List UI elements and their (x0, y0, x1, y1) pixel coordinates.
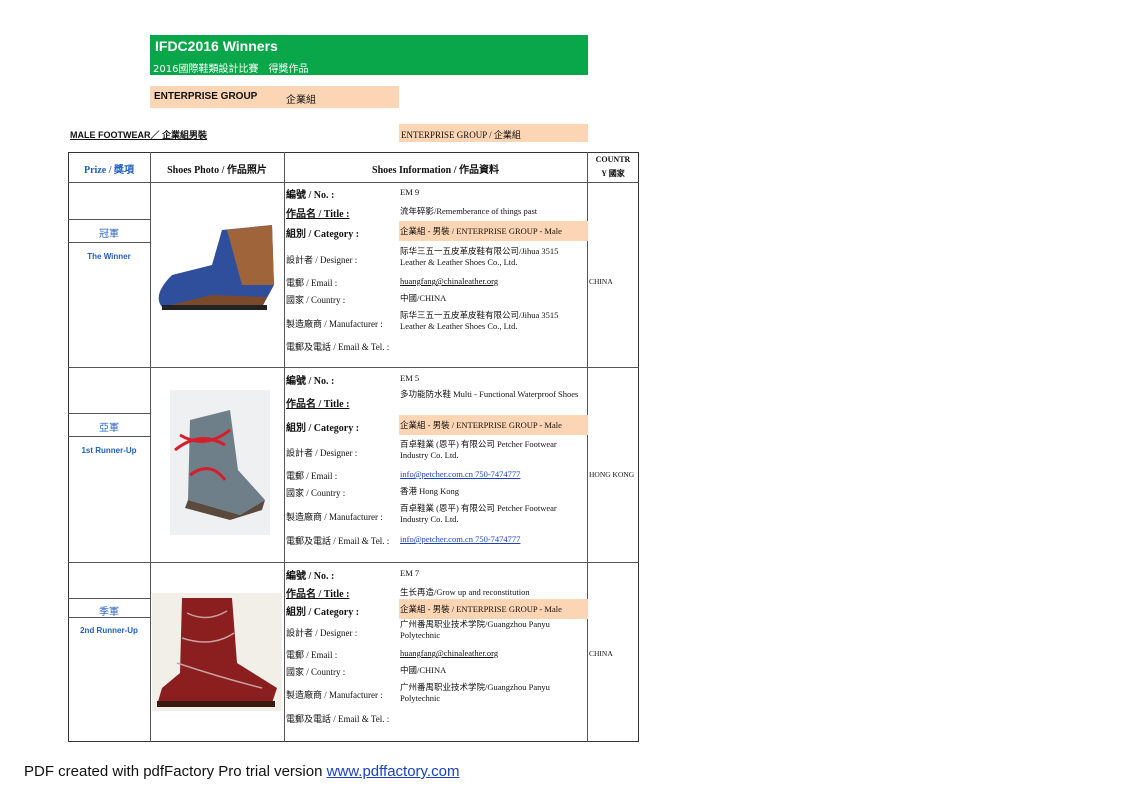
shoe-photo-boot-gray (170, 390, 270, 535)
prize-en: 2nd Runner-Up (80, 626, 138, 635)
shoe-photo-boot-red (152, 593, 282, 711)
label-category: 組別 / Category : (286, 607, 360, 618)
value-category: 企業組 - 男裝 / ENTERPRISE GROUP - Male (400, 604, 562, 614)
value-designer: 广州番禺职业技术学院/Guangzhou Panyu Polytechnic (400, 619, 550, 640)
footer-link[interactable]: www.pdffactory.com (327, 763, 460, 780)
group-label: ENTERPRISE GROUP 企業組 (150, 86, 399, 108)
value-designer: 际华三五一五皮革皮鞋有限公司/Jihua 3515 Leather & Leat… (400, 246, 559, 267)
value-no: EM 9 (400, 187, 420, 197)
value-manufacturer: 际华三五一五皮革皮鞋有限公司/Jihua 3515 Leather & Leat… (400, 310, 559, 331)
label-designer: 設計者 / Designer : (286, 628, 358, 638)
value-manufacturer: 百卓鞋業 (恩平) 有限公司 Petcher Footwear Industry… (400, 503, 557, 524)
value-email-tel[interactable]: info@petcher.com.cn 750-7474777 (400, 534, 586, 545)
value-email[interactable]: huangfang@chinaleather.org (400, 648, 586, 659)
header-photo: Shoes Photo / 作品照片 (167, 165, 267, 176)
value-country: 中國/CHINA (400, 665, 447, 675)
value-category: 企業組 - 男裝 / ENTERPRISE GROUP - Male (400, 420, 562, 430)
prize-zh: 亞軍 (99, 423, 119, 434)
row-divider (68, 562, 639, 563)
label-country: 國家 / Country : (286, 667, 346, 677)
banner-title: IFDC2016 Winners (155, 38, 278, 54)
label-title: 作品名 / Title : (286, 589, 350, 600)
prize-divider (68, 219, 150, 220)
prize-en: 1st Runner-Up (81, 446, 137, 455)
shoe-photo-boot-blue (158, 225, 274, 310)
value-category: 企業組 - 男裝 / ENTERPRISE GROUP - Male (400, 226, 562, 236)
label-country: 國家 / Country : (286, 295, 346, 305)
label-country: 國家 / Country : (286, 488, 346, 498)
label-designer: 設計者 / Designer : (286, 448, 358, 458)
country-column: CHINA (589, 649, 613, 658)
label-no: 編號 / No. : (286, 571, 335, 582)
pdf-footer: PDF created with pdfFactory Pro trial ve… (24, 763, 459, 780)
country-column: CHINA (589, 277, 613, 286)
prize-zh: 季軍 (99, 607, 119, 618)
title-banner: IFDC2016 Winners 2016國際鞋類設計比賽 得獎作品 (150, 35, 588, 75)
country-column: HONG KONG (589, 470, 635, 479)
header-country-a: COUNTR (595, 155, 631, 164)
label-email-tel: 電郵及電話 / Email & Tel. : (286, 714, 390, 724)
section-enterprise: ENTERPRISE GROUP / 企業組 (399, 124, 588, 142)
label-email: 電郵 / Email : (286, 650, 338, 660)
label-no: 編號 / No. : (286, 190, 335, 201)
value-country: 香港 Hong Kong (400, 486, 460, 496)
value-designer: 百卓鞋業 (恩平) 有限公司 Petcher Footwear Industry… (400, 439, 557, 460)
label-manufacturer: 製造廠商 / Manufacturer : (286, 690, 383, 700)
value-title: 流年碎影/Rememberance of things past (400, 206, 538, 216)
label-category: 組別 / Category : (286, 423, 360, 434)
header-prize: Prize / 獎項 (84, 165, 134, 176)
prize-divider (68, 242, 150, 243)
label-category: 組別 / Category : (286, 229, 360, 240)
header-info: Shoes Information / 作品資料 (372, 165, 499, 176)
value-no: EM 7 (400, 568, 420, 578)
label-designer: 設計者 / Designer : (286, 255, 358, 265)
label-title: 作品名 / Title : (286, 399, 350, 410)
label-email: 電郵 / Email : (286, 278, 338, 288)
value-title: 生长再造/Grow up and reconstitution (400, 587, 530, 597)
section-enterprise-text: ENTERPRISE GROUP / 企業組 (401, 130, 521, 140)
value-email[interactable]: huangfang@chinaleather.org (400, 276, 586, 287)
label-email-tel: 電郵及電話 / Email & Tel. : (286, 536, 390, 546)
label-manufacturer: 製造廠商 / Manufacturer : (286, 319, 383, 329)
prize-divider (68, 436, 150, 437)
value-manufacturer: 广州番禺职业技术学院/Guangzhou Panyu Polytechnic (400, 682, 550, 703)
prize-divider (68, 413, 150, 414)
value-email[interactable]: info@petcher.com.cn 750-7474777 (400, 469, 586, 480)
label-title: 作品名 / Title : (286, 209, 350, 220)
label-no: 編號 / No. : (286, 376, 335, 387)
footer-text: PDF created with pdfFactory Pro trial ve… (24, 763, 327, 780)
row-divider (68, 367, 639, 368)
label-email-tel: 電郵及電話 / Email & Tel. : (286, 342, 390, 352)
group-en: ENTERPRISE GROUP (154, 91, 258, 102)
value-country: 中國/CHINA (400, 293, 447, 303)
prize-divider (68, 598, 150, 599)
label-manufacturer: 製造廠商 / Manufacturer : (286, 512, 383, 522)
col-divider (150, 152, 151, 742)
label-email: 電郵 / Email : (286, 471, 338, 481)
value-title: 多功能防水鞋 Multi - Functional Waterproof Sho… (400, 389, 579, 399)
row-divider (68, 182, 639, 183)
prize-zh: 冠軍 (99, 229, 119, 240)
col-divider (284, 152, 285, 742)
section-male-footwear: MALE FOOTWEAR／ 企業組男裝 (70, 130, 207, 140)
banner-subtitle: 2016國際鞋類設計比賽 得獎作品 (153, 64, 309, 75)
prize-en: The Winner (87, 252, 131, 261)
header-country-b: Y 國家 (601, 169, 625, 178)
value-no: EM 5 (400, 373, 420, 383)
group-zh: 企業組 (286, 95, 316, 106)
